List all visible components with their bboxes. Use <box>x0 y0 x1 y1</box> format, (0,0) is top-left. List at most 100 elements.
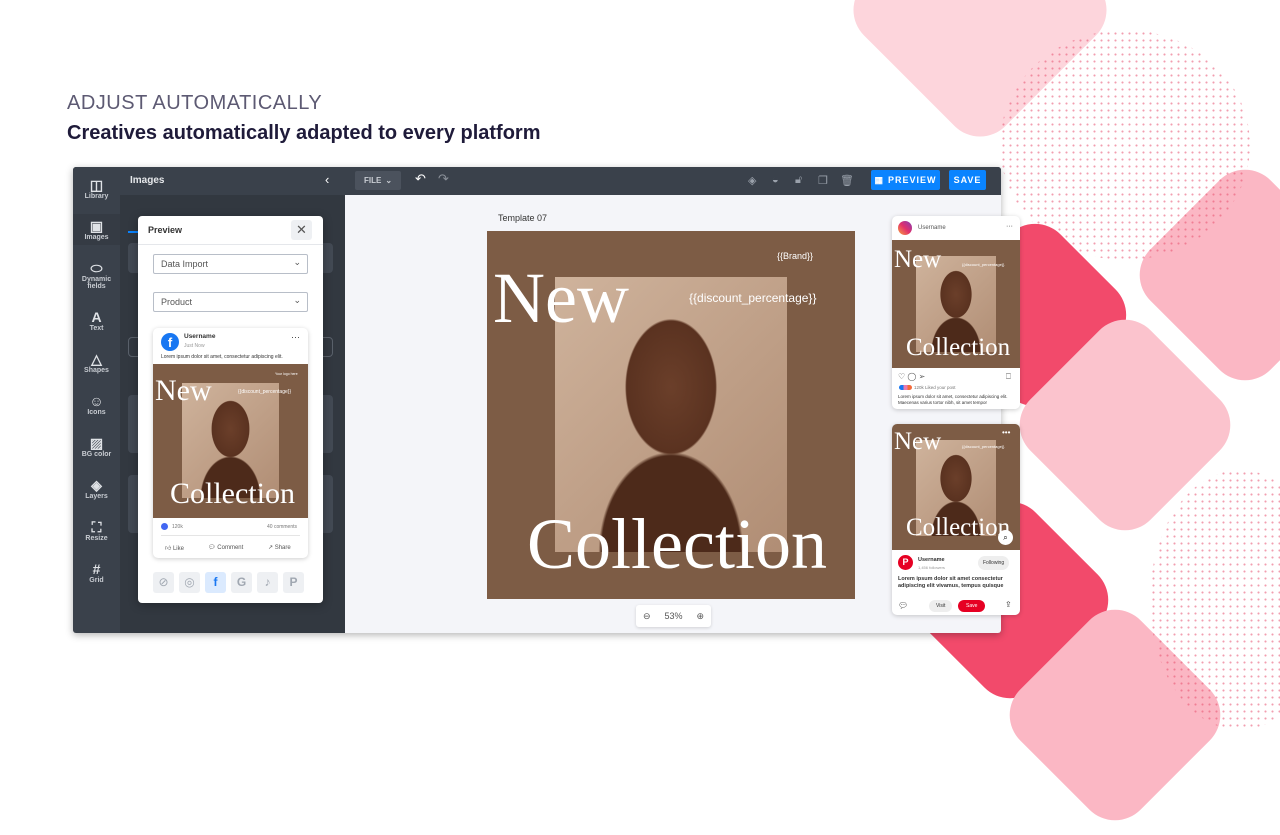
sidebar-label: Shapes <box>84 367 109 374</box>
modal-title: Preview <box>148 225 183 235</box>
post-image: New Your logo here {{discount_percentage… <box>153 364 308 518</box>
undo-icon[interactable]: ↶ <box>415 171 426 187</box>
google-icon[interactable]: G <box>231 572 252 593</box>
compass-icon[interactable]: ⊘ <box>153 572 174 593</box>
close-button[interactable]: ✕ <box>291 220 312 240</box>
preview-button[interactable]: ▦ PREVIEW <box>871 170 940 190</box>
eyebrow-heading: ADJUST AUTOMATICALLY <box>67 92 323 114</box>
redo-icon[interactable]: ↷ <box>438 171 449 187</box>
zoom-in-icon[interactable]: ⊕ <box>696 611 704 622</box>
select-value: Data Import <box>161 259 209 269</box>
bookmark-icon[interactable]: ⎕ <box>1006 372 1011 382</box>
panel-title: Images <box>130 175 165 186</box>
headline-new: New <box>493 258 629 338</box>
opacity-icon[interactable]: ◒ <box>772 174 779 186</box>
page-title: Creatives automatically adapted to every… <box>67 122 541 144</box>
instagram-post-preview: Username ··· New {{discount_percentage}}… <box>892 216 1020 409</box>
pinterest-icon: P <box>898 555 913 570</box>
share-icon[interactable]: ⇪ <box>1005 600 1012 609</box>
unlock-icon[interactable]: 🔓︎ <box>795 174 802 187</box>
sidebar-item-images[interactable]: ▣ Images <box>73 214 120 245</box>
facebook-icon[interactable]: f <box>205 572 226 593</box>
post-username: Username <box>918 225 946 231</box>
platform-switcher: ⊘ ◎ f G ♪ P <box>153 572 304 593</box>
following-button[interactable]: Following <box>978 556 1010 570</box>
discount-placeholder: {{discount_percentage}} <box>238 389 292 395</box>
decor-dots <box>1000 30 1250 260</box>
save-button[interactable]: SAVE <box>949 170 986 190</box>
more-icon[interactable]: ··· <box>291 332 300 342</box>
share-button[interactable]: ↗ Share <box>268 544 291 551</box>
sidebar-item-layers[interactable]: ◈ Layers <box>73 477 120 500</box>
duplicate-icon[interactable]: ❐ <box>818 174 828 187</box>
template-artboard[interactable]: New {{Brand}} {{discount_percentage}} Co… <box>487 231 855 599</box>
template-name: Template 07 <box>498 213 548 223</box>
visit-button[interactable]: Visit <box>929 600 953 612</box>
logo-placeholder: Your logo here <box>275 372 298 376</box>
pinterest-icon[interactable]: P <box>283 572 304 593</box>
divider <box>161 535 300 536</box>
sidebar-label: Icons <box>87 409 106 416</box>
chevron-down-icon: ⌄ <box>385 176 393 185</box>
sidebar-label: Text <box>89 325 104 332</box>
divider <box>138 244 323 245</box>
file-label: FILE <box>363 176 382 185</box>
tiktok-icon[interactable]: ♪ <box>257 572 278 593</box>
pinterest-pin-preview: New {{discount_percentage}} Collection •… <box>892 424 1020 615</box>
discount-placeholder: {{discount_percentage}} <box>962 262 1005 267</box>
headline-collection: Collection <box>906 514 1011 541</box>
sidebar-item-icons[interactable]: ☺ Icons <box>73 393 120 416</box>
preview-icon: ▦ <box>874 174 884 185</box>
layers-icon[interactable]: ◈ <box>748 174 756 187</box>
zoom-lens-icon[interactable]: ⌕ <box>998 530 1013 545</box>
headline-new: New <box>894 428 942 455</box>
sidebar-item-resize[interactable]: ⛶ Resize <box>73 519 120 542</box>
more-icon[interactable]: ••• <box>1002 428 1010 437</box>
pattern-icon: ▨ <box>89 435 104 451</box>
sidebar-item-shapes[interactable]: △ Shapes <box>73 351 120 374</box>
resize-icon: ⛶ <box>91 519 102 535</box>
zoom-out-icon[interactable]: ⊖ <box>643 611 651 622</box>
sidebar-item-library[interactable]: ◫ Library <box>73 177 120 200</box>
select-value: Product <box>161 297 193 307</box>
headline-collection: Collection <box>170 477 295 510</box>
post-image: New {{discount_percentage}} Collection <box>892 240 1020 368</box>
file-menu[interactable]: FILE ⌄ <box>355 171 401 190</box>
likes-count: 120k Liked your post <box>914 385 956 390</box>
sidebar-label: Resize <box>85 535 108 542</box>
discount-placeholder: {{discount_percentage}} <box>689 291 817 305</box>
collapse-panel-icon[interactable]: ‹ <box>325 172 329 187</box>
sidebar-item-text[interactable]: A Text <box>73 309 120 332</box>
instagram-icon[interactable]: ◎ <box>179 572 200 593</box>
headline-new: New <box>894 246 942 273</box>
comment-label: Comment <box>217 545 244 551</box>
reaction-dots <box>899 385 912 390</box>
sidebar-item-bg-color[interactable]: ▨ BG color <box>73 435 120 458</box>
brand-placeholder: {{Brand}} <box>777 251 814 261</box>
sidebar-item-dynamic-fields[interactable]: ⬭ Dynamic fields <box>73 260 120 290</box>
grid-icon: # <box>92 561 101 577</box>
close-icon: ✕ <box>296 222 307 237</box>
tag-icon: ⬭ <box>90 260 103 276</box>
headline-collection: Collection <box>527 504 827 584</box>
action-icons[interactable]: ♡ ◯ ➢ <box>898 372 925 381</box>
sidebar-label: Dynamic fields <box>81 276 112 290</box>
image-icon: ▣ <box>89 218 104 234</box>
share-label: Share <box>274 545 291 551</box>
tool-rail: ◫ Library ▣ Images ⬭ Dynamic fields A Text △… <box>73 167 120 633</box>
trash-icon[interactable]: 🗑︎ <box>840 174 854 187</box>
discount-placeholder: {{discount_percentage}} <box>962 444 1005 449</box>
facebook-post-preview: f Username Just Now ··· Lorem ipsum dolo… <box>153 328 308 558</box>
likes-count: 120k <box>172 524 183 530</box>
like-label: Like <box>172 546 184 552</box>
comment-button[interactable]: 💬︎ Comment <box>208 544 243 551</box>
data-import-select[interactable]: Data Import ⌄ <box>153 254 308 274</box>
pin-save-button[interactable]: Save <box>958 600 986 612</box>
more-icon[interactable]: ··· <box>1006 223 1013 230</box>
sidebar-item-grid[interactable]: # Grid <box>73 561 120 584</box>
headline-new: New <box>155 374 212 407</box>
library-icon: ◫ <box>89 177 104 193</box>
product-select[interactable]: Product ⌄ <box>153 292 308 312</box>
comment-icon[interactable]: 💬︎ <box>898 601 908 610</box>
like-button[interactable]: 👍︎ Like <box>165 544 184 552</box>
